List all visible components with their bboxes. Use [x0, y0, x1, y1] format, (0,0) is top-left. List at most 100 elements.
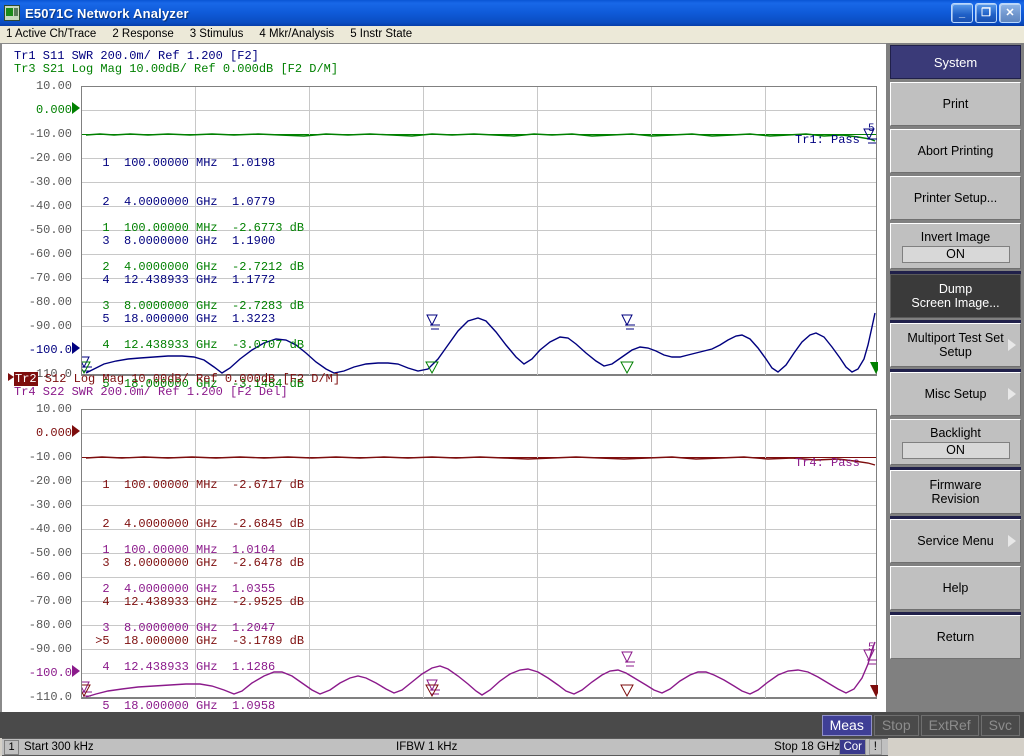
menu-stimulus[interactable]: 3 Stimulus: [182, 26, 252, 43]
window-controls: _ ❐ ✕: [951, 3, 1024, 23]
softkey-abort-printing[interactable]: Abort Printing: [890, 129, 1021, 173]
restore-icon: ❐: [981, 6, 991, 19]
softkey-label: Abort Printing: [917, 144, 994, 158]
softkey-label: Dump: [938, 282, 973, 296]
status-stop-freq[interactable]: Stop 18 GHz: [774, 741, 840, 753]
table-row: 4 12.438933 GHz 1.1286: [88, 660, 276, 674]
softkey-misc-setup[interactable]: Misc Setup: [890, 369, 1021, 416]
lower-ylabel-6: -50.00: [28, 546, 72, 560]
lower-ylabel-10: -90.00: [28, 642, 72, 656]
chevron-right-icon: [1008, 339, 1016, 351]
minimize-icon: _: [958, 7, 966, 19]
upper-ylabel-11: -100.0: [28, 343, 72, 357]
lower-ref-marker-tr2[interactable]: [72, 425, 80, 437]
softkey-return[interactable]: Return: [890, 612, 1021, 659]
restore-button[interactable]: ❐: [975, 3, 997, 23]
menu-bar: 1 Active Ch/Trace 2 Response 3 Stimulus …: [0, 26, 1024, 43]
lower-marker-table-tr4: 1 100.00000 MHz 1.0104 2 4.0000000 GHz 1…: [88, 518, 275, 739]
menu-response[interactable]: 2 Response: [104, 26, 181, 43]
svg-text:5: 5: [868, 642, 875, 654]
status-ifbw[interactable]: IFBW 1 kHz: [396, 741, 457, 753]
lower-ylabel-3: -20.00: [28, 474, 72, 488]
softkey-label: Multiport Test Set: [907, 331, 1004, 345]
softkey-label: Misc Setup: [924, 387, 987, 401]
bottom-badge-extref[interactable]: ExtRef: [920, 714, 979, 736]
softkey-label: Service Menu: [917, 534, 994, 548]
upper-ylabel-9: -80.00: [28, 295, 72, 309]
svg-text:5: 5: [868, 123, 875, 135]
upper-ref-marker-tr3[interactable]: [72, 102, 80, 114]
softkey-multiport-test-set-setup[interactable]: Multiport Test Set Setup: [890, 320, 1021, 367]
menu-active-ch-trace[interactable]: 1 Active Ch/Trace: [0, 26, 104, 43]
status-cor-badge[interactable]: Cor: [839, 739, 866, 755]
window-title: E5071C Network Analyzer: [25, 5, 189, 21]
status-channel-number[interactable]: 1: [4, 739, 19, 755]
upper-ylabel-1: 0.000: [35, 103, 72, 117]
minimize-button[interactable]: _: [951, 3, 973, 23]
lower-ylabel-12: -110.0: [28, 690, 72, 704]
lower-ylabel-8: -70.00: [28, 594, 72, 608]
upper-ylabel-3: -20.00: [28, 151, 72, 165]
table-row: 1 100.00000 MHz -2.6717 dB: [88, 478, 305, 492]
lower-ylabel-2: -10.00: [28, 450, 72, 464]
table-row: 2 4.0000000 GHz -2.7212 dB: [88, 260, 305, 274]
softkey-label: Invert Image: [920, 229, 991, 244]
softkey-label: Printer Setup...: [913, 191, 998, 205]
upper-ylabel-7: -60.00: [28, 247, 72, 261]
bottom-badge-meas[interactable]: Meas: [821, 714, 872, 736]
softkey-value[interactable]: ON: [901, 245, 1010, 263]
softkey-invert-image[interactable]: Invert Image ON: [890, 223, 1021, 269]
softkey-label: Backlight: [930, 425, 981, 440]
table-row: 1 100.00000 MHz -2.6773 dB: [88, 221, 305, 235]
softkey-service-menu[interactable]: Service Menu: [890, 516, 1021, 563]
chevron-right-icon: [1008, 535, 1016, 547]
bottom-badge-svc[interactable]: Svc: [980, 714, 1020, 736]
table-row: 3 8.0000000 GHz -2.7283 dB: [88, 299, 305, 313]
measurement-canvas: Tr1 S11 SWR 200.0m/ Ref 1.200 [F2] Tr3 S…: [0, 43, 888, 756]
softkey-label: Print: [942, 97, 969, 111]
status-start-freq[interactable]: Start 300 kHz: [24, 741, 94, 753]
lower-trace4-title[interactable]: Tr4 S22 SWR 200.0m/ Ref 1.200 [F2 Del]: [14, 386, 288, 399]
softkey-label: Screen Image...: [911, 296, 1000, 310]
close-icon: ✕: [1005, 6, 1015, 19]
close-button[interactable]: ✕: [999, 3, 1021, 23]
bottom-badge-stop[interactable]: Stop: [873, 714, 919, 736]
table-row: 3 8.0000000 GHz 1.2047: [88, 621, 276, 635]
upper-ylabel-4: -30.00: [28, 175, 72, 189]
upper-ylabel-5: -40.00: [28, 199, 72, 213]
upper-trace3-title[interactable]: Tr3 S21 Log Mag 10.00dB/ Ref 0.000dB [F2…: [14, 63, 338, 76]
menu-instr-state[interactable]: 5 Instr State: [342, 26, 420, 43]
lower-ylabel-5: -40.00: [28, 522, 72, 536]
lower-ylabel-0: 10.00: [35, 402, 72, 416]
softkey-label: Firmware: [929, 478, 982, 492]
table-row: 4 12.438933 GHz -3.0707 dB: [88, 338, 305, 352]
upper-ylabel-0: 10.00: [35, 79, 72, 93]
lower-ylabel-4: -30.00: [28, 498, 72, 512]
table-row: 1 100.00000 MHz 1.0104: [88, 543, 276, 557]
table-row: 2 4.0000000 GHz 1.0355: [88, 582, 276, 596]
softkey-value[interactable]: ON: [901, 441, 1010, 459]
softkey-panel: System Print Abort Printing Printer Setup.…: [886, 43, 1024, 712]
lower-ylabel-1: 0.000: [35, 426, 72, 440]
lower-ylabel-9: -80.00: [28, 618, 72, 632]
softkey-label: Help: [942, 581, 969, 595]
lower-ref-marker-tr4[interactable]: [72, 665, 80, 677]
lower-pass-label: Tr4: Pass: [795, 456, 860, 470]
upper-ref-marker-tr1[interactable]: [72, 342, 80, 354]
softkey-firmware-revision[interactable]: Firmware Revision: [890, 467, 1021, 514]
softkey-print[interactable]: Print: [890, 82, 1021, 126]
status-bang-badge[interactable]: !: [868, 739, 882, 755]
window-titlebar: E5071C Network Analyzer _ ❐ ✕: [0, 0, 1024, 26]
lower-ylabel-7: -60.00: [28, 570, 72, 584]
status-bar: 1 Start 300 kHz IFBW 1 kHz Stop 18 GHz C…: [2, 738, 888, 756]
upper-ylabel-2: -10.00: [28, 127, 72, 141]
app-window: E5071C Network Analyzer _ ❐ ✕ 1 Active C…: [0, 0, 1024, 756]
softkey-printer-setup[interactable]: Printer Setup...: [890, 176, 1021, 220]
lower-ylabel-11: -100.0: [28, 666, 72, 680]
menu-mkr-analysis[interactable]: 4 Mkr/Analysis: [251, 26, 342, 43]
softkey-backlight[interactable]: Backlight ON: [890, 419, 1021, 465]
softkey-help[interactable]: Help: [890, 566, 1021, 610]
softkey-dump-screen-image[interactable]: Dump Screen Image...: [890, 271, 1021, 318]
upper-ylabel-10: -90.00: [28, 319, 72, 333]
softkey-label: Return: [936, 630, 975, 644]
